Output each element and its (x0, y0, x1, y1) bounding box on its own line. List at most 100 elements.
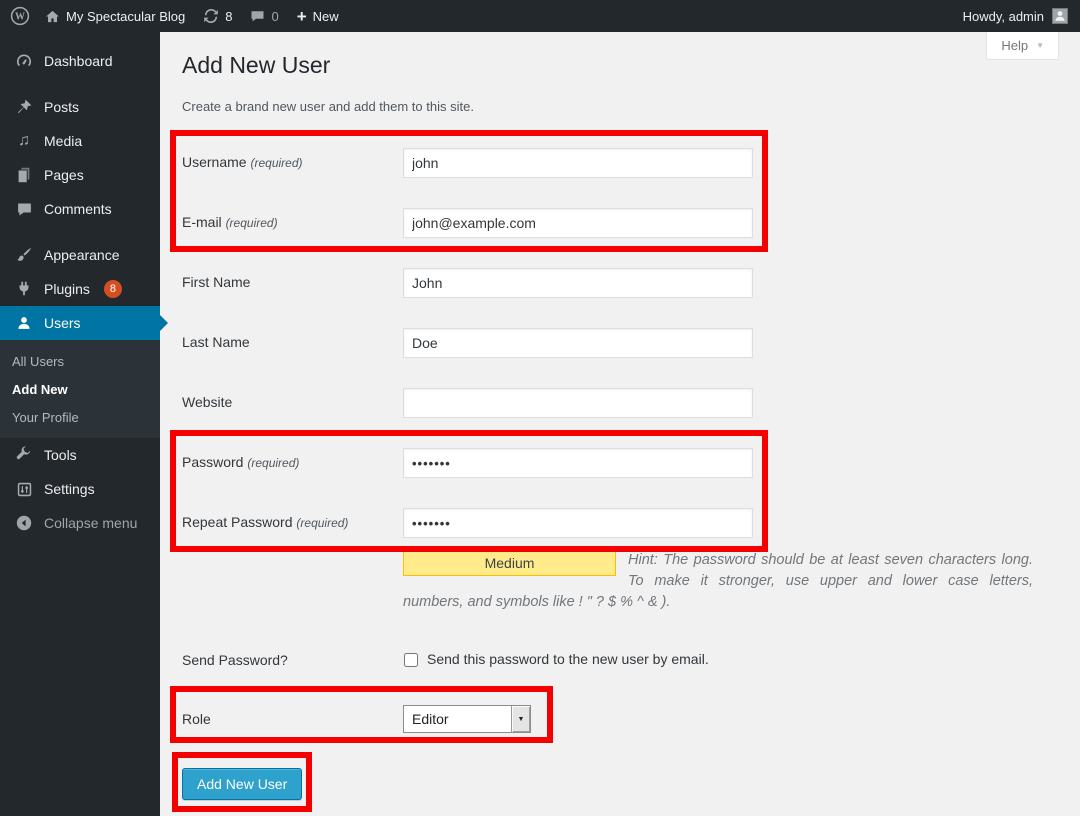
sidebar-item-label: Media (44, 133, 82, 149)
send-password-row: Send Password? Send this password to the… (182, 651, 1060, 671)
collapse-arrow-icon (14, 513, 34, 533)
users-icon (14, 313, 34, 333)
first-name-label: First Name (182, 268, 403, 298)
password-input[interactable] (403, 448, 753, 478)
sidebar-item-posts[interactable]: Posts (0, 90, 160, 124)
sidebar-item-pages[interactable]: Pages (0, 158, 160, 192)
pushpin-icon (14, 97, 34, 117)
role-row: Role Editor ▼ (182, 705, 1060, 733)
sidebar-item-appearance[interactable]: Appearance (0, 238, 160, 272)
dashboard-icon (14, 51, 34, 71)
username-row: Username (required) (182, 148, 1060, 178)
repeat-password-label: Repeat Password (required) (182, 508, 403, 538)
howdy-text[interactable]: Howdy, admin (963, 9, 1044, 24)
pages-icon (14, 165, 34, 185)
wordpress-menu[interactable]: W (0, 0, 36, 32)
sidebar-item-label: Dashboard (44, 53, 113, 69)
media-icon: ♫ (14, 131, 34, 151)
help-button[interactable]: Help ▼ (986, 32, 1059, 60)
updates-link[interactable]: 8 (194, 0, 241, 32)
comments-link[interactable]: 0 (241, 0, 287, 32)
main-content: Add New User Create a brand new user and… (160, 32, 1080, 816)
last-name-row: Last Name (182, 328, 1060, 358)
add-user-form: Username (required) E-mail (required) Fi… (182, 148, 1060, 800)
last-name-input[interactable] (403, 328, 753, 358)
first-name-input[interactable] (403, 268, 753, 298)
add-new-user-button[interactable]: Add New User (182, 768, 302, 800)
submenu-item-add-new[interactable]: Add New (0, 376, 160, 404)
role-select[interactable]: Editor ▼ (403, 705, 531, 733)
password-strength-meter: Medium (403, 550, 616, 576)
send-password-label: Send Password? (182, 651, 403, 671)
sidebar-item-label: Pages (44, 167, 84, 183)
site-name: My Spectacular Blog (66, 9, 185, 24)
page-subtitle: Create a brand new user and add them to … (182, 99, 1060, 114)
email-input[interactable] (403, 208, 753, 238)
sidebar-item-label: Comments (44, 201, 112, 217)
user-avatar[interactable] (1052, 8, 1068, 24)
plus-icon: + (297, 8, 307, 25)
repeat-password-row: Repeat Password (required) (182, 508, 1060, 538)
new-content-menu[interactable]: + New (288, 0, 348, 32)
sidebar-item-comments[interactable]: Comments (0, 192, 160, 226)
password-row: Password (required) (182, 448, 1060, 478)
svg-text:W: W (15, 12, 25, 23)
chevron-down-icon: ▼ (1036, 41, 1044, 50)
sidebar-item-plugins[interactable]: Plugins 8 (0, 272, 160, 306)
sidebar-item-media[interactable]: ♫ Media (0, 124, 160, 158)
sidebar-item-users[interactable]: Users (0, 306, 160, 340)
plugins-update-badge: 8 (104, 280, 122, 298)
required-suffix: (required) (296, 516, 348, 530)
role-selected-value: Editor (404, 711, 511, 727)
submenu-item-all-users[interactable]: All Users (0, 348, 160, 376)
password-label: Password (required) (182, 448, 403, 478)
home-icon (45, 9, 60, 24)
email-label: E-mail (required) (182, 208, 403, 238)
update-count: 8 (225, 9, 232, 24)
sidebar-item-label: Appearance (44, 247, 120, 263)
website-row: Website (182, 388, 1060, 418)
sidebar-item-label: Users (44, 315, 81, 331)
site-link[interactable]: My Spectacular Blog (36, 0, 194, 32)
submenu-item-your-profile[interactable]: Your Profile (0, 404, 160, 432)
comment-bubble-icon (250, 9, 265, 24)
required-suffix: (required) (250, 156, 302, 170)
username-label: Username (required) (182, 148, 403, 178)
repeat-password-input[interactable] (403, 508, 753, 538)
sidebar-item-settings[interactable]: Settings (0, 472, 160, 506)
users-submenu: All Users Add New Your Profile (0, 340, 160, 438)
website-label: Website (182, 388, 403, 418)
help-label: Help (1001, 38, 1028, 53)
send-password-field: Send this password to the new user by em… (403, 651, 709, 671)
new-label: New (313, 9, 339, 24)
required-suffix: (required) (247, 456, 299, 470)
wordpress-logo-icon: W (10, 6, 30, 26)
paintbrush-icon (14, 245, 34, 265)
menu-separator (0, 78, 160, 90)
sidebar-item-label: Plugins (44, 281, 90, 297)
wrench-icon (14, 445, 34, 465)
page-title: Add New User (182, 50, 1060, 80)
sidebar-item-label: Collapse menu (44, 515, 137, 531)
send-password-checkbox[interactable] (404, 653, 418, 667)
admin-sidebar: Dashboard Posts ♫ Media Pages Comments (0, 32, 160, 816)
menu-separator (0, 226, 160, 238)
admin-bar: W My Spectacular Blog 8 0 + New How (0, 0, 1080, 32)
sidebar-item-label: Tools (44, 447, 77, 463)
sidebar-item-collapse-menu[interactable]: Collapse menu (0, 506, 160, 540)
updates-icon (203, 8, 219, 24)
sidebar-item-tools[interactable]: Tools (0, 438, 160, 472)
comments-icon (14, 199, 34, 219)
password-strength-area: Medium Hint: The password should be at l… (403, 550, 1033, 613)
plug-icon (14, 279, 34, 299)
last-name-label: Last Name (182, 328, 403, 358)
dropdown-arrow-icon: ▼ (511, 706, 530, 732)
role-label: Role (182, 705, 403, 733)
send-password-checkbox-label: Send this password to the new user by em… (427, 651, 709, 667)
comment-count: 0 (271, 9, 278, 24)
first-name-row: First Name (182, 268, 1060, 298)
sidebar-item-dashboard[interactable]: Dashboard (0, 44, 160, 78)
sidebar-item-label: Settings (44, 481, 95, 497)
username-input[interactable] (403, 148, 753, 178)
website-input[interactable] (403, 388, 753, 418)
